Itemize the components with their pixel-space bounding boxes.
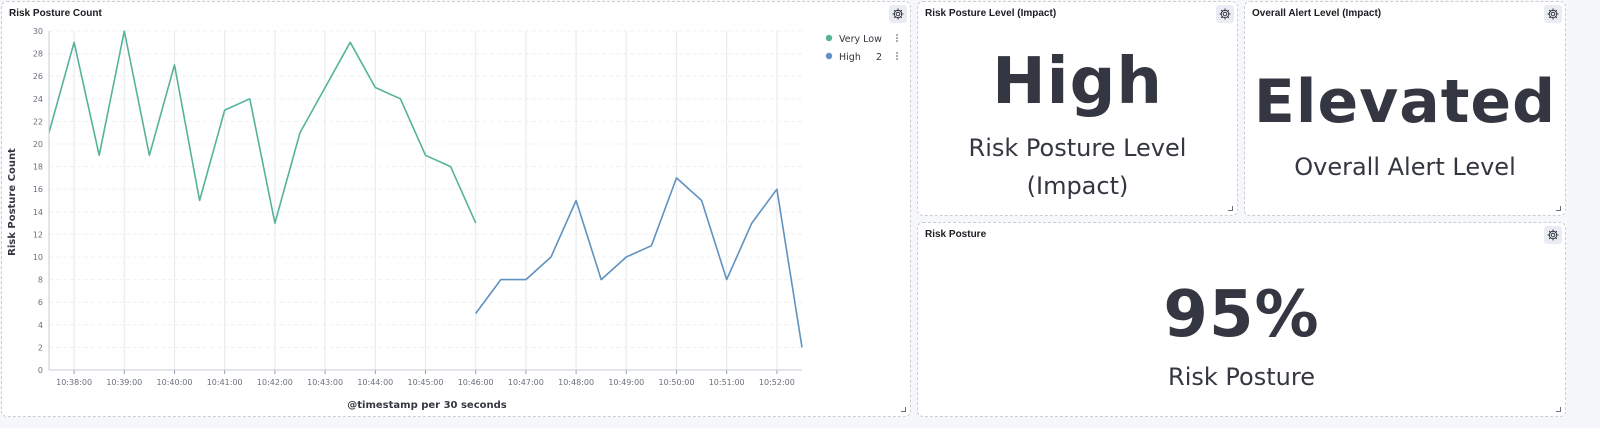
resize-handle-icon[interactable]	[1556, 407, 1561, 412]
gear-icon	[1219, 8, 1231, 20]
x-tick-label: 10:47:00	[508, 378, 544, 387]
x-tick-label: 10:39:00	[106, 378, 142, 387]
risk-posture-level-value: High	[992, 45, 1163, 119]
y-tick-label: 12	[33, 230, 43, 239]
x-tick-label: 10:38:00	[56, 378, 92, 387]
legend-swatch	[825, 52, 833, 60]
series-line-high	[475, 177, 803, 348]
gear-icon	[1547, 229, 1559, 241]
y-tick-label: 6	[38, 298, 43, 307]
x-tick-label: 10:42:00	[257, 378, 293, 387]
x-tick-label: 10:46:00	[458, 378, 494, 387]
y-tick-label: 2	[38, 343, 43, 352]
legend-label: High	[839, 52, 861, 63]
x-tick-label: 10:40:00	[157, 378, 193, 387]
risk-posture-level-settings-button[interactable]	[1216, 5, 1234, 23]
y-tick-label: 16	[33, 185, 43, 194]
y-tick-label: 24	[33, 95, 43, 104]
gear-icon	[1547, 8, 1559, 20]
resize-handle-icon[interactable]	[1556, 206, 1561, 211]
x-tick-label: 10:51:00	[709, 378, 745, 387]
overall-alert-level-label: Overall Alert Level	[1294, 153, 1516, 181]
dot	[896, 58, 898, 60]
y-tick-label: 20	[33, 140, 43, 149]
resize-handle-icon[interactable]	[901, 407, 906, 412]
y-tick-label: 18	[33, 163, 43, 172]
line-chart[interactable]: 02468101214161820222426283010:38:00 10:39…	[2, 2, 910, 416]
y-tick-label: 30	[33, 27, 43, 36]
y-tick-label: 0	[38, 366, 43, 375]
y-tick-label: 14	[33, 208, 43, 217]
risk-posture-panel: Risk Posture 95% Risk Posture	[917, 222, 1566, 417]
overall-alert-level-title: Overall Alert Level (Impact)	[1252, 8, 1382, 19]
dot	[896, 37, 898, 39]
y-tick-label: 28	[33, 50, 43, 59]
x-tick-label: 10:41:00	[207, 378, 243, 387]
series-line-very-low	[48, 30, 477, 224]
x-tick-label: 10:48:00	[558, 378, 594, 387]
y-tick-label: 4	[38, 321, 43, 330]
dot	[896, 34, 898, 36]
y-tick-label: 8	[38, 276, 43, 285]
resize-handle-icon[interactable]	[1228, 206, 1233, 211]
overall-alert-level-panel: Overall Alert Level (Impact) Elevated Ov…	[1244, 1, 1566, 216]
risk-posture-level-label-line1: Risk Posture Level	[968, 134, 1187, 162]
vertical-dots-icon[interactable]	[896, 34, 898, 42]
x-tick-label: 10:52:00	[759, 378, 795, 387]
x-axis-title: @timestamp per 30 seconds	[347, 400, 507, 411]
dot	[896, 55, 898, 57]
risk-posture-level-label-line2: (Impact)	[1026, 172, 1129, 200]
overall-alert-level-settings-button[interactable]	[1544, 5, 1562, 23]
dot	[896, 52, 898, 54]
risk-posture-level-title: Risk Posture Level (Impact)	[925, 8, 1057, 19]
dot	[896, 40, 898, 42]
legend-label: Very Low	[839, 34, 882, 45]
vertical-dots-icon[interactable]	[896, 52, 898, 60]
x-tick-label: 10:49:00	[608, 378, 644, 387]
risk-posture-settings-button[interactable]	[1544, 226, 1562, 244]
risk-posture-title: Risk Posture	[925, 229, 987, 240]
y-axis-title: Risk Posture Count	[7, 148, 18, 256]
y-tick-label: 26	[33, 72, 43, 81]
x-tick-label: 10:45:00	[408, 378, 444, 387]
x-tick-label: 10:43:00	[307, 378, 343, 387]
risk-posture-level-panel: Risk Posture Level (Impact) High Risk Po…	[917, 1, 1238, 216]
legend-value: 2	[876, 52, 882, 63]
risk-posture-label: Risk Posture	[1168, 363, 1315, 391]
chart-panel: Risk Posture Count 0 2 4 6 8 10 12 14 16 18 20 22 24…	[1, 1, 911, 417]
x-tick-label: 10:50:00	[659, 378, 695, 387]
y-tick-label: 22	[33, 117, 43, 126]
x-tick-label: 10:44:00	[357, 378, 393, 387]
y-tick-label: 10	[33, 253, 43, 262]
risk-posture-value: 95%	[1163, 278, 1320, 352]
overall-alert-level-value: Elevated	[1253, 67, 1557, 137]
legend-swatch	[825, 34, 833, 42]
